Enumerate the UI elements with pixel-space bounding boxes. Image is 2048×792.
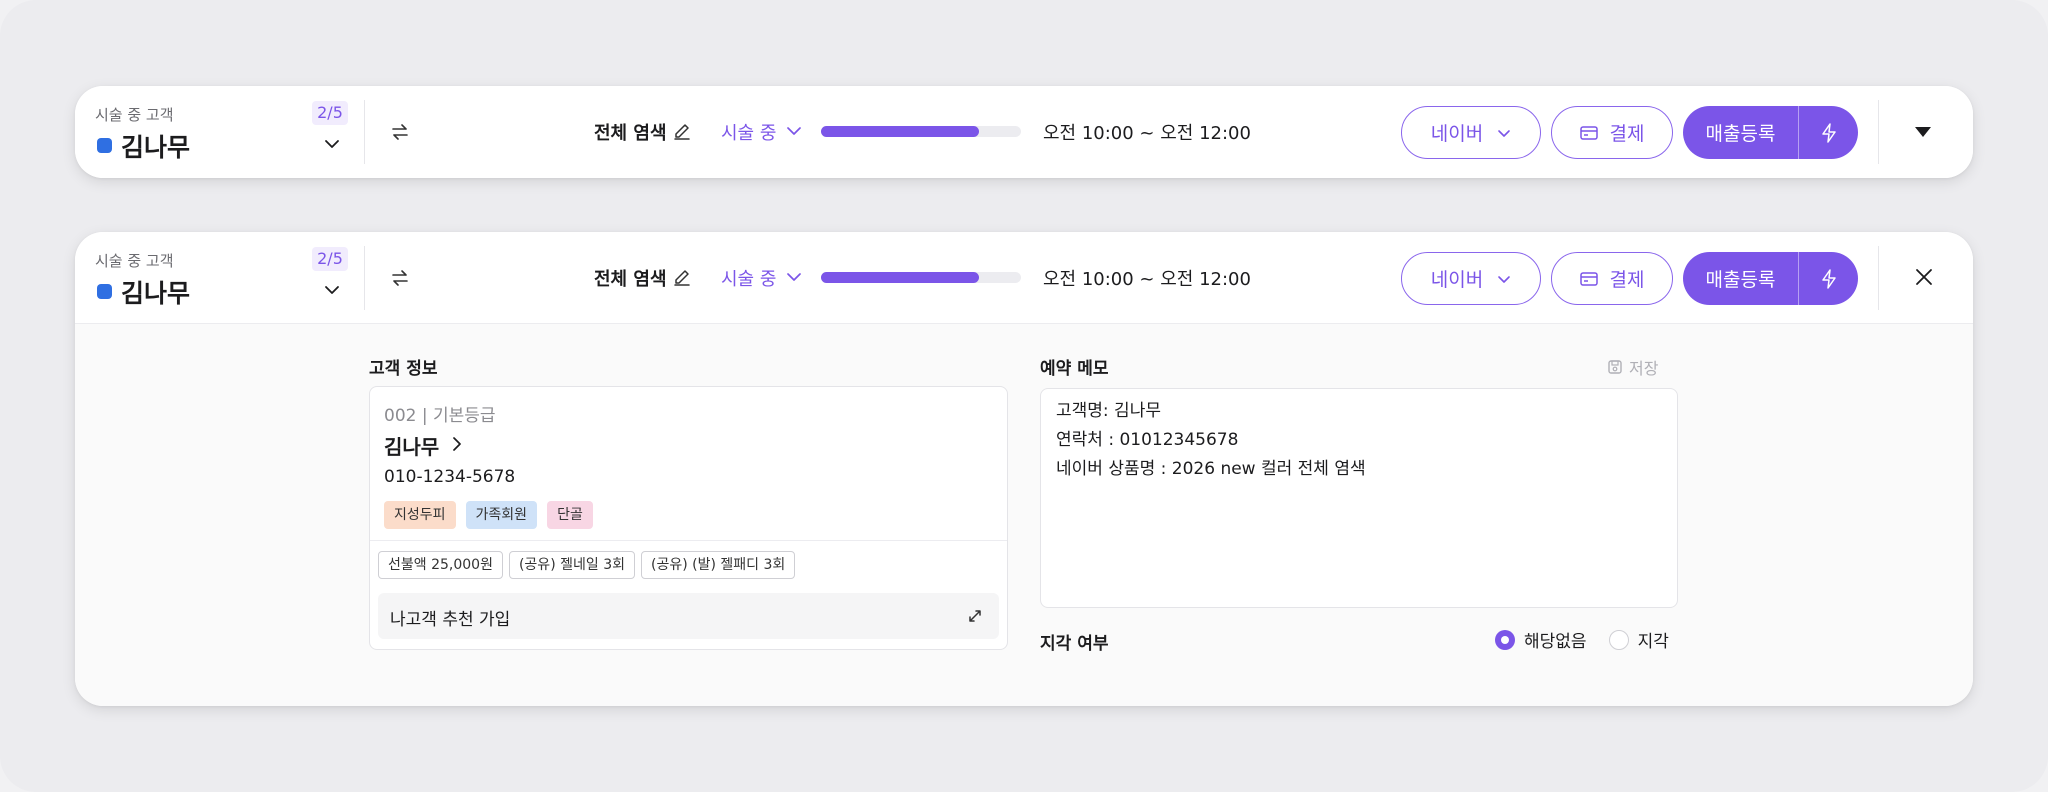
memo-line: 네이버 상품명 : 2026 new 컬러 전체 염색 (1056, 459, 1366, 479)
chevron-down-icon[interactable] (324, 282, 340, 298)
pay-button-label: 결제 (1609, 269, 1645, 291)
sales-register-main[interactable]: 매출등록 (1683, 252, 1798, 305)
pencil-icon[interactable] (673, 268, 691, 286)
pencil-icon[interactable] (673, 122, 691, 140)
divider (364, 100, 365, 164)
lightning-icon (1821, 268, 1836, 289)
reservation-memo-title: 예약 메모 (1040, 359, 1109, 379)
sales-register-main[interactable]: 매출등록 (1683, 106, 1798, 159)
quick-sales-button[interactable] (1799, 106, 1858, 159)
memo-line: 연락처 : 01012345678 (1056, 430, 1239, 450)
radio-label: 해당없음 (1524, 632, 1587, 652)
quick-sales-button[interactable] (1799, 252, 1858, 305)
save-label: 저장 (1629, 359, 1659, 378)
card-icon (1579, 125, 1598, 140)
customer-name: 김나무 (121, 279, 191, 308)
expand-icon[interactable] (967, 608, 983, 624)
chevron-down-icon (1498, 275, 1511, 283)
customer-tag: 지성두피 (384, 501, 456, 529)
naver-button[interactable]: 네이버 (1401, 252, 1541, 305)
chevron-down-icon[interactable] (324, 136, 340, 152)
chevron-down-icon[interactable] (787, 124, 801, 138)
progress-bar (821, 272, 1021, 283)
referral-text: 나고객 추천 가입 (390, 610, 511, 630)
status-dropdown[interactable]: 시술 중 (721, 265, 776, 291)
membership-chip: 선불액 25,000원 (378, 551, 503, 579)
customer-info-title: 고객 정보 (369, 359, 438, 379)
time-range: 오전 10:00 ~ 오전 12:00 (1043, 269, 1251, 290)
chevron-down-icon[interactable] (787, 270, 801, 284)
progress-bar (821, 126, 1021, 137)
lightning-icon (1821, 122, 1836, 143)
radio-selected-icon[interactable] (1495, 629, 1515, 650)
card-icon (1579, 271, 1598, 286)
radio-none[interactable]: 해당없음 (1495, 627, 1587, 652)
time-range: 오전 10:00 ~ 오전 12:00 (1043, 123, 1251, 144)
status-dropdown[interactable]: 시술 중 (721, 119, 776, 145)
radio-unselected-icon[interactable] (1608, 629, 1629, 650)
late-status-radio-group: 해당없음 지각 (1495, 627, 1691, 652)
divider (364, 246, 365, 310)
naver-button[interactable]: 네이버 (1401, 106, 1541, 159)
save-button[interactable]: 저장 (1607, 355, 1658, 379)
pay-button-label: 결제 (1609, 123, 1645, 145)
sales-register-button[interactable]: 매출등록 (1683, 252, 1858, 305)
sales-register-button[interactable]: 매출등록 (1683, 106, 1858, 159)
customer-label: 시술 중 고객 (95, 252, 174, 270)
swap-icon[interactable] (390, 268, 410, 288)
active-customer-bar-collapsed: 시술 중 고객 2/5 김나무 전체 염색 시술 중 오전 10:00 ~ 오전… (75, 86, 1973, 178)
service-name: 전체 염색 (594, 123, 667, 144)
customer-grade: 002 | 기본등급 (384, 406, 496, 426)
swap-icon[interactable] (390, 122, 410, 142)
customer-color-dot (97, 138, 112, 153)
chevron-right-icon[interactable] (450, 437, 464, 451)
customer-count-badge: 2/5 (312, 101, 348, 125)
customer-tags: 지성두피 가족회원 단골 (384, 501, 593, 529)
naver-button-label: 네이버 (1430, 269, 1484, 291)
membership-chip: (공유) 젤네일 3회 (508, 551, 635, 579)
reservation-memo-textarea[interactable]: 고객명: 김나무 연락처 : 01012345678 네이버 상품명 : 202… (1040, 388, 1678, 608)
divider (1878, 100, 1879, 164)
radio-label: 지각 (1637, 632, 1669, 652)
referral-row[interactable]: 나고객 추천 가입 (378, 593, 999, 639)
customer-count-badge: 2/5 (312, 247, 348, 271)
late-status-title: 지각 여부 (1040, 634, 1109, 654)
customer-info-card: 002 | 기본등급 김나무 010-1234-5678 지성두피 가족회원 단… (369, 386, 1008, 650)
caret-down-icon[interactable] (1913, 124, 1933, 140)
active-customer-panel-expanded: 시술 중 고객 2/5 김나무 전체 염색 시술 중 오전 10:00 ~ 오전… (75, 232, 1973, 706)
customer-phone: 010-1234-5678 (384, 467, 516, 487)
naver-button-label: 네이버 (1430, 123, 1484, 145)
divider (370, 540, 1007, 541)
radio-late[interactable]: 지각 (1608, 627, 1669, 652)
customer-color-dot (97, 284, 112, 299)
customer-tag: 가족회원 (465, 501, 538, 529)
service-name: 전체 염색 (594, 269, 667, 290)
memo-line: 고객명: 김나무 (1056, 401, 1161, 421)
membership-chip: (공유) (발) 젤패디 3회 (640, 551, 796, 579)
progress-fill (821, 126, 979, 137)
pay-button[interactable]: 결제 (1551, 106, 1673, 159)
chevron-down-icon (1498, 129, 1511, 137)
customer-name-link[interactable]: 김나무 (384, 431, 439, 460)
detail-panel: 고객 정보 002 | 기본등급 김나무 010-1234-5678 지성두피 … (75, 324, 1973, 706)
membership-chips: 선불액 25,000원 (공유) 젤네일 3회 (공유) (발) 젤패디 3회 (378, 551, 796, 579)
close-icon[interactable] (1915, 268, 1933, 286)
save-icon (1608, 360, 1622, 374)
divider (1878, 246, 1879, 310)
pay-button[interactable]: 결제 (1551, 252, 1673, 305)
progress-fill (821, 272, 979, 283)
customer-tag: 단골 (547, 501, 593, 529)
customer-label: 시술 중 고객 (95, 106, 174, 124)
customer-name: 김나무 (121, 133, 191, 162)
